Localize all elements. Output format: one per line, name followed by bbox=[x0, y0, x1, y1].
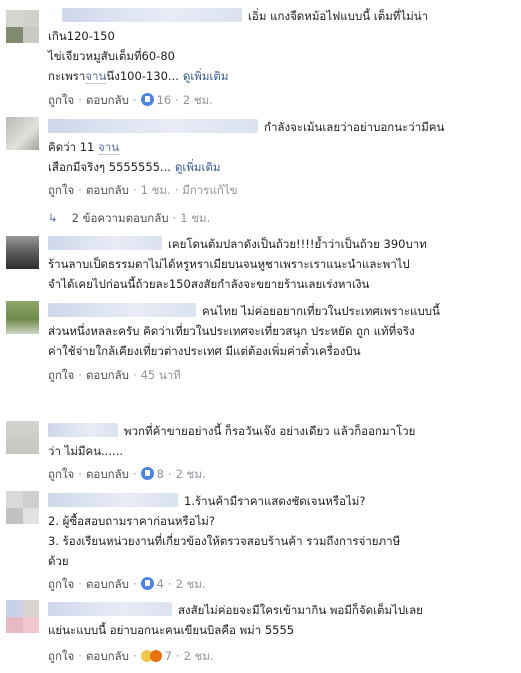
author-name[interactable] bbox=[48, 602, 172, 616]
comment-text: เอิ่ม แกงจืดหม้อไฟแบบนี้ เต็มที่ไม่น่า เ… bbox=[48, 8, 429, 84]
like-reaction-icon[interactable] bbox=[140, 577, 154, 590]
avatar[interactable] bbox=[6, 600, 39, 633]
author-name[interactable] bbox=[48, 493, 178, 507]
reply-link[interactable]: ตอบกลับ bbox=[86, 183, 129, 197]
comment-actions: ถูกใจ · ตอบกลับ · 8 · 2 ชม. bbox=[48, 467, 206, 481]
see-more-link[interactable]: ดูเพิ่มเติม bbox=[183, 69, 229, 83]
avatar[interactable] bbox=[6, 117, 39, 150]
timestamp: 1 ชม. bbox=[180, 211, 211, 225]
highlighted-word: จาน bbox=[85, 69, 107, 84]
like-link[interactable]: ถูกใจ bbox=[48, 183, 74, 197]
timestamp[interactable]: 2 ชม. bbox=[176, 467, 206, 481]
reaction-count[interactable]: 8 bbox=[157, 467, 164, 481]
comment-actions: ถูกใจ · ตอบกลับ · 45 นาที bbox=[48, 368, 181, 382]
reaction-count[interactable]: 16 bbox=[157, 93, 172, 107]
like-link[interactable]: ถูกใจ bbox=[48, 368, 74, 382]
view-replies[interactable]: ↳ 2 ข้อความตอบกลับ · 1 ชม. bbox=[48, 210, 210, 226]
timestamp[interactable]: 2 ชม. bbox=[183, 93, 213, 107]
avatar[interactable] bbox=[6, 421, 39, 454]
timestamp[interactable]: 45 นาที bbox=[141, 368, 181, 382]
author-name[interactable] bbox=[48, 119, 258, 133]
like-link[interactable]: ถูกใจ bbox=[48, 649, 74, 663]
avatar[interactable] bbox=[6, 236, 39, 269]
author-name[interactable] bbox=[48, 236, 162, 250]
like-link[interactable]: ถูกใจ bbox=[48, 577, 74, 591]
comment-text: คนไทย ไม่ค่อยอยากเที่ยวในประเทศเพราะแบบน… bbox=[48, 303, 440, 358]
reply-arrow-icon: ↳ bbox=[48, 211, 58, 225]
like-reaction-icon[interactable] bbox=[140, 93, 154, 106]
comment-text: เคยโดนต้มปลาดังเป็นถ้วย!!!!ย้ำว่าเป็นถ้ว… bbox=[48, 236, 427, 291]
comment-text: สงสัยไม่ค่อยจะมีใครเข้ามากิน พอมีก็จัดเต… bbox=[48, 602, 423, 637]
comment-text: กำลังจะเม้นเลยว่าอย่าบอกนะว่ามีคน คิดว่า… bbox=[48, 119, 445, 174]
reply-link[interactable]: ตอบกลับ bbox=[86, 649, 129, 663]
timestamp[interactable]: 1 ชม. bbox=[141, 183, 171, 197]
author-name[interactable] bbox=[48, 423, 118, 437]
author-name[interactable] bbox=[48, 303, 196, 317]
highlighted-word: จาน bbox=[98, 140, 120, 155]
comment-actions: ถูกใจ · ตอบกลับ · 4 · 2 ชม. bbox=[48, 577, 206, 591]
avatar[interactable] bbox=[6, 491, 39, 524]
avatar[interactable] bbox=[6, 301, 39, 334]
angry-reaction-icon[interactable] bbox=[149, 650, 162, 662]
reply-link[interactable]: ตอบกลับ bbox=[86, 467, 129, 481]
comment-text: 1.ร้านค้ามีราคาแสดงชัดเจนหรือไม่? 2. ผู้… bbox=[48, 493, 401, 568]
reply-link[interactable]: ตอบกลับ bbox=[86, 577, 129, 591]
see-more-link[interactable]: ดูเพิ่มเติม bbox=[175, 160, 221, 174]
edited-label[interactable]: มีการแก้ไข bbox=[182, 183, 237, 197]
like-reaction-icon[interactable] bbox=[140, 467, 154, 480]
comment-text: พวกที่ค้าขายอย่างนี้ ก็รอวันเจ๊ง อย่างเด… bbox=[48, 423, 416, 458]
reaction-count[interactable]: 7 bbox=[165, 649, 172, 663]
replies-count-link[interactable]: 2 ข้อความตอบกลับ bbox=[72, 211, 169, 225]
reply-link[interactable]: ตอบกลับ bbox=[86, 93, 129, 107]
timestamp[interactable]: 2 ชม. bbox=[176, 577, 206, 591]
author-name[interactable] bbox=[62, 8, 242, 22]
reaction-count[interactable]: 4 bbox=[157, 577, 164, 591]
comment-actions: ถูกใจ · ตอบกลับ · 16 · 2 ชม. bbox=[48, 93, 213, 107]
comment-actions: ถูกใจ · ตอบกลับ · 7 · 2 ชม. bbox=[48, 649, 214, 663]
like-link[interactable]: ถูกใจ bbox=[48, 93, 74, 107]
timestamp[interactable]: 2 ชม. bbox=[184, 649, 214, 663]
avatar[interactable] bbox=[6, 10, 39, 43]
comment-actions: ถูกใจ · ตอบกลับ · 1 ชม. · มีการแก้ไข bbox=[48, 183, 238, 197]
reply-link[interactable]: ตอบกลับ bbox=[86, 368, 129, 382]
like-link[interactable]: ถูกใจ bbox=[48, 467, 74, 481]
